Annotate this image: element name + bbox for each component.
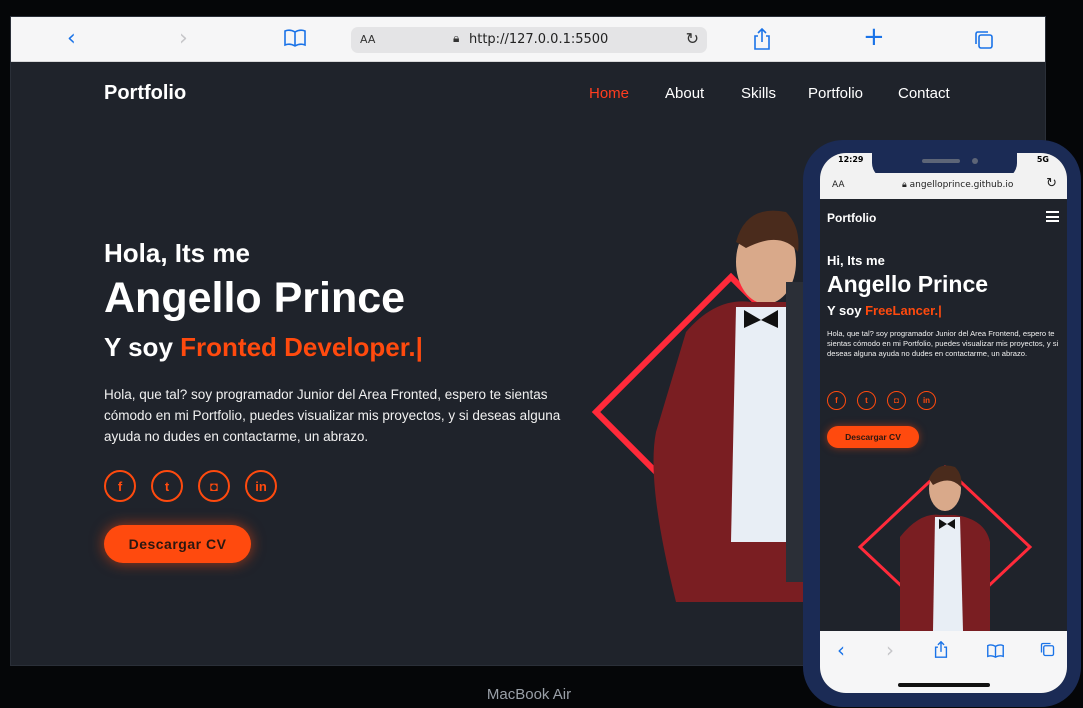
hero-description: Hola, que tal? soy programador Junior de… [104,387,561,444]
front-camera [972,158,978,164]
phone-portfolio-site: Portfolio Hi, Its me Angello Prince Y so… [820,199,1067,631]
phone-frame: 12:29 5G AA 🔒︎ angelloprince.github.io ↻… [803,140,1081,707]
share-icon[interactable] [934,640,948,662]
phone-browser-toolbar: ‹ › [820,631,1067,693]
phone-hero-greeting: Hi, Its me [827,253,885,268]
phone-address-bar[interactable]: AA 🔒︎ angelloprince.github.io ↻ [820,173,1067,199]
status-signal: 5G [1036,155,1049,164]
back-icon[interactable]: ‹ [67,27,76,51]
reader-aa-button[interactable]: AA [360,33,375,46]
share-icon[interactable] [753,27,771,56]
role-highlight: Fronted Developer. [180,332,416,362]
phone-role-highlight: FreeLancer.| [865,303,942,318]
phone-hero-role: Y soy FreeLancer.| [827,303,942,318]
speaker-grille [922,159,960,163]
phone-hero-description: Hola, que tal? soy programador Junior de… [827,329,1059,358]
tabs-icon[interactable] [974,30,994,56]
instagram-icon[interactable]: ◘ [887,391,906,410]
tabs-icon[interactable] [1040,642,1055,661]
home-indicator[interactable] [898,683,990,687]
status-time: 12:29 [838,155,864,164]
role-prefix: Y soy [104,332,173,362]
back-icon[interactable]: ‹ [837,638,845,662]
address-bar[interactable]: AA 🔒︎ http://127.0.0.1:5500 ↻ [351,27,707,53]
reload-icon[interactable]: ↻ [686,29,699,48]
url-text[interactable]: http://127.0.0.1:5500 [469,32,608,47]
new-tab-icon[interactable]: + [863,24,885,50]
phone-site-logo[interactable]: Portfolio [827,211,876,225]
hero-role: Y soy Fronted Developer.| [104,332,423,363]
forward-icon[interactable]: › [886,638,894,662]
phone-url-text[interactable]: 🔒︎ angelloprince.github.io [902,180,1013,190]
phone-role-prefix: Y soy [827,303,862,318]
phone-hero-name: Angello Prince [827,271,989,297]
site-logo[interactable]: Portfolio [104,82,186,105]
phone-url: angelloprince.github.io [909,180,1014,190]
instagram-icon[interactable]: ◘ [198,470,230,502]
twitter-icon[interactable]: t [151,470,183,502]
nav-about[interactable]: About [665,85,704,102]
forward-icon[interactable]: › [179,27,188,51]
nav-home[interactable]: Home [589,85,629,102]
browser-toolbar: ‹ › AA 🔒︎ http://127.0.0.1:5500 ↻ + [11,17,1045,62]
hero-greeting: Hola, Its me [104,238,250,268]
typing-caret: | [415,332,423,362]
scene: ‹ › AA 🔒︎ http://127.0.0.1:5500 ↻ + Port… [0,0,1083,708]
facebook-icon[interactable]: f [827,391,846,410]
nav-contact[interactable]: Contact [898,85,950,102]
linkedin-icon[interactable]: in [245,470,277,502]
hamburger-menu-icon[interactable] [1046,211,1059,222]
download-cv-button[interactable]: Descargar CV [104,525,251,563]
phone-hero-portrait-image [857,464,1033,631]
nav-portfolio[interactable]: Portfolio [808,85,863,102]
phone-download-cv-button[interactable]: Descargar CV [827,426,919,448]
lock-icon: 🔒︎ [453,31,460,45]
nav-skills[interactable]: Skills [741,85,776,102]
phone-screen: 12:29 5G AA 🔒︎ angelloprince.github.io ↻… [820,153,1067,693]
hero-name: Angello Prince [104,274,406,322]
facebook-icon[interactable]: f [104,470,136,502]
bookmarks-icon[interactable] [987,643,1004,662]
phone-reader-aa-button[interactable]: AA [832,180,845,190]
twitter-icon[interactable]: t [857,391,876,410]
reload-icon[interactable]: ↻ [1046,176,1057,191]
linkedin-icon[interactable]: in [917,391,936,410]
bookmarks-icon[interactable] [284,29,306,53]
